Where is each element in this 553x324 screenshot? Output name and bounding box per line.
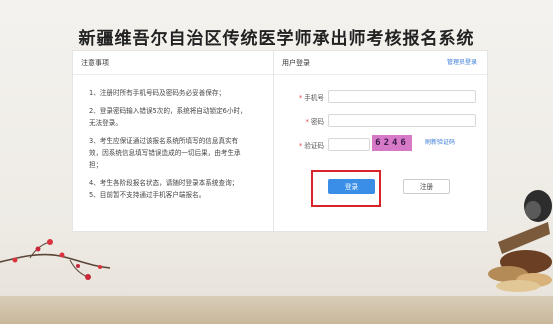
phone-input[interactable]: [328, 90, 476, 103]
captcha-input[interactable]: [328, 138, 370, 151]
login-button[interactable]: 登录: [328, 179, 375, 194]
phone-label: * 手机号: [280, 92, 324, 102]
notice-item: 无法登录。: [89, 119, 122, 127]
password-input[interactable]: [328, 114, 476, 127]
captcha-image[interactable]: 6246: [372, 135, 412, 151]
notice-section: 注意事项 1、注册时所有手机号码及密码务必妥善保存； 2、登录密码输入错误5次的…: [73, 51, 273, 231]
password-label-text: 密码: [310, 118, 324, 126]
refresh-captcha-link[interactable]: 刷新验证码: [425, 135, 455, 151]
notice-item: 4、考生各阶段报名状态，请随时登录本系统查询；: [89, 179, 239, 187]
notice-item: 2、登录密码输入错误5次的，系统将自动锁定6小时，: [89, 107, 247, 115]
admin-login-link[interactable]: 管理员登录: [447, 51, 477, 75]
captcha-label: * 验证码: [280, 140, 324, 150]
login-section: 用户登录 管理员登录 * 手机号 * 密码 * 验证码 6246 刷新验证码 登录 注…: [274, 51, 487, 231]
notice-list: 1、注册时所有手机号码及密码务必妥善保存； 2、登录密码输入错误5次的，系统将自…: [89, 87, 269, 201]
notice-item: 担；: [89, 161, 103, 169]
password-label: * 密码: [280, 116, 324, 126]
plum-blossom-decoration: [0, 239, 111, 280]
register-button[interactable]: 注册: [403, 179, 450, 194]
phone-label-text: 手机号: [304, 94, 324, 102]
herbal-medicine-decoration: [488, 190, 552, 292]
notice-heading: 注意事项: [73, 51, 273, 75]
required-mark: *: [298, 142, 303, 150]
notice-item: 1、注册时所有手机号码及密码务必妥善保存；: [89, 89, 226, 97]
page-title: 新疆维吾尔自治区传统医学师承出师考核报名系统: [78, 29, 475, 49]
captcha-label-text: 验证码: [304, 142, 324, 150]
notice-item: 效，因系统信息填写错误造成的一切后果，由考生承: [89, 149, 241, 157]
notice-item: 5、目前暂不支持通过手机客户端报名。: [89, 191, 206, 199]
main-panel: 注意事项 1、注册时所有手机号码及密码务必妥善保存； 2、登录密码输入错误5次的…: [72, 50, 488, 232]
required-mark: *: [298, 94, 303, 102]
required-mark: *: [305, 118, 309, 126]
background-table: [0, 296, 553, 324]
notice-item: 3、考生应保证通过该报名系统所填写的信息真实有: [89, 137, 239, 145]
